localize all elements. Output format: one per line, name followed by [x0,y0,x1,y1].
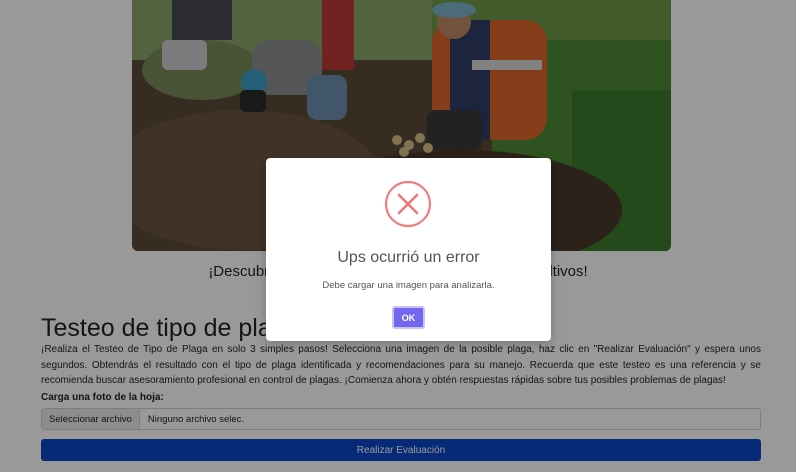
error-x-icon [385,181,431,227]
ok-button[interactable]: OK [392,306,425,329]
dialog-title: Ups ocurrió un error [337,249,480,266]
dialog-message: Debe cargar una imagen para analizarla. [322,280,495,291]
error-dialog: Ups ocurrió un error Debe cargar una ima… [266,158,551,341]
